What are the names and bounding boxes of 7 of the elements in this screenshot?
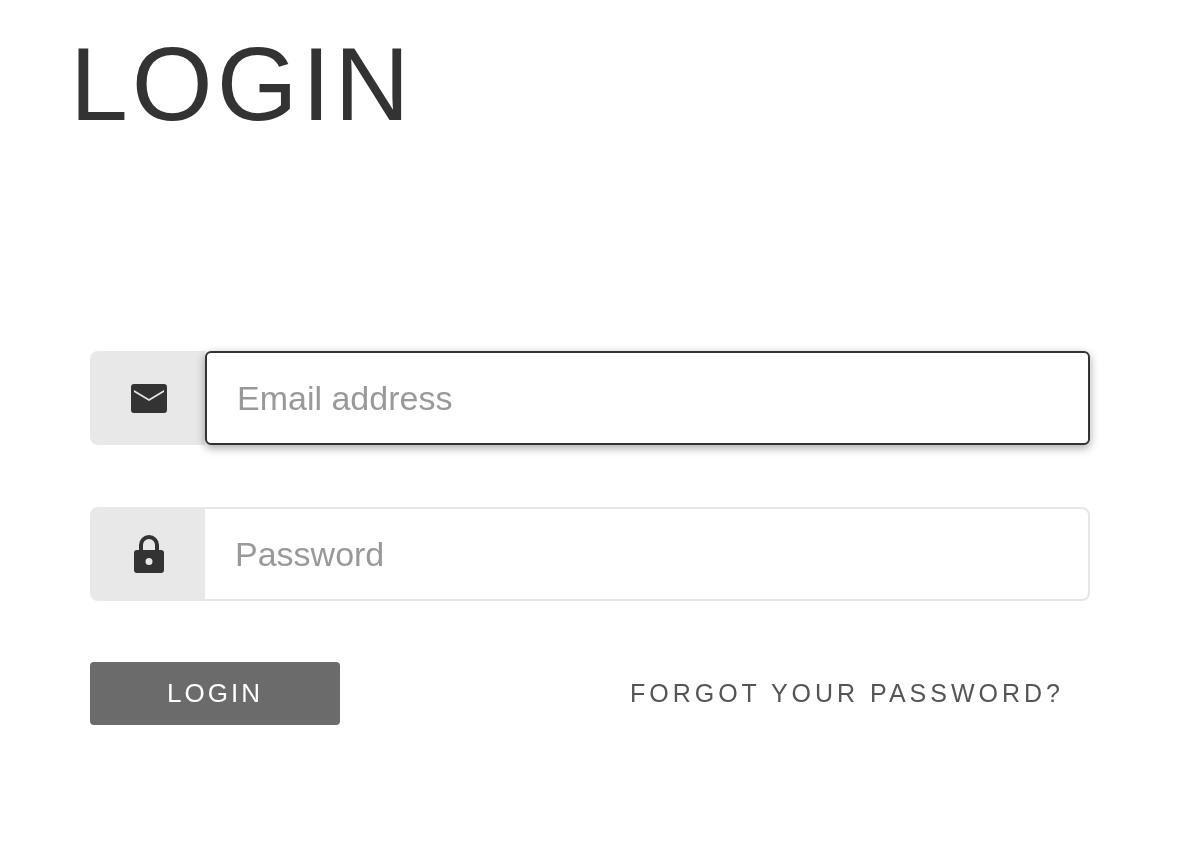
forgot-password-link[interactable]: FORGOT YOUR PASSWORD? — [629, 674, 1064, 713]
email-field[interactable]: Email address — [205, 351, 1090, 445]
login-button[interactable]: LOGIN — [90, 662, 340, 725]
envelope-icon — [130, 383, 167, 413]
lock-icon — [133, 535, 164, 573]
password-field[interactable]: Password — [205, 507, 1090, 601]
page-title: LOGIN — [70, 25, 414, 136]
